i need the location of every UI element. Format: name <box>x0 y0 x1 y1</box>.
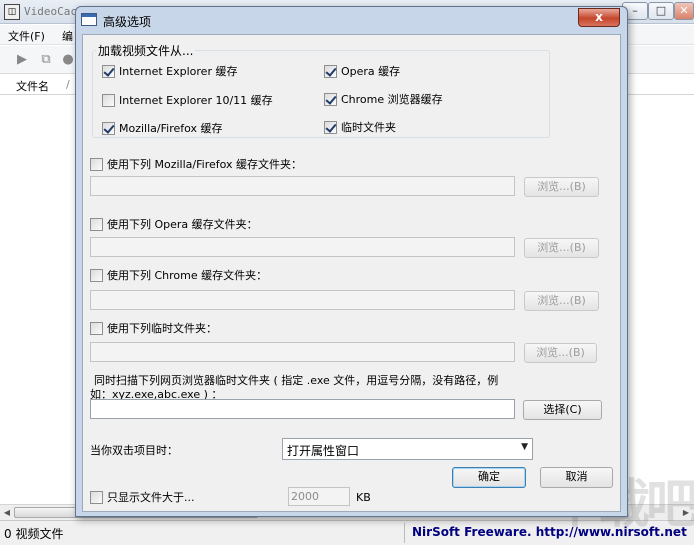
select-button[interactable]: 选择(C) <box>523 400 602 420</box>
source-checkbox-ie[interactable]: Internet Explorer 缓存 <box>102 63 237 79</box>
opera-folder-input[interactable] <box>90 237 515 257</box>
checkbox-label: 使用下列 Opera 缓存文件夹： <box>107 218 258 231</box>
use-opera-folder-checkbox[interactable]: 使用下列 Opera 缓存文件夹： <box>90 216 258 232</box>
checkbox-box[interactable] <box>102 64 115 78</box>
close-icon: x <box>595 10 603 24</box>
checkbox-box[interactable] <box>102 121 115 135</box>
main-window-title: VideoCac <box>24 5 77 18</box>
checkbox-label: 使用下列 Chrome 缓存文件夹： <box>107 269 268 282</box>
checkbox-box[interactable] <box>90 217 103 231</box>
checkbox-box[interactable] <box>324 120 337 134</box>
checkbox-label: 临时文件夹 <box>341 121 396 134</box>
checkbox-box[interactable] <box>90 490 103 504</box>
checkbox-label: 使用下列临时文件夹： <box>107 322 217 335</box>
opera-browse-button[interactable]: 浏览...(B) <box>524 238 599 258</box>
dialog-body: 加载视频文件从... Internet Explorer 缓存 Opera 缓存… <box>82 34 621 512</box>
dialog-close-button[interactable]: x <box>578 8 620 27</box>
use-temp-folder-checkbox[interactable]: 使用下列临时文件夹： <box>90 320 217 336</box>
firefox-browse-button[interactable]: 浏览...(B) <box>524 177 599 197</box>
doubleclick-selected: 打开属性窗口 <box>287 444 360 458</box>
record-icon[interactable]: ● <box>60 52 76 68</box>
sources-group-label: 加载视频文件从... <box>96 42 196 59</box>
checkbox-label: Opera 缓存 <box>341 65 401 78</box>
firefox-folder-input[interactable] <box>90 176 515 196</box>
size-threshold-input[interactable]: 2000 <box>288 487 350 506</box>
source-checkbox-opera[interactable]: Opera 缓存 <box>324 63 400 79</box>
chrome-browse-button[interactable]: 浏览...(B) <box>524 291 599 311</box>
size-filter-checkbox[interactable]: 只显示文件大于... <box>90 489 195 505</box>
column-filename[interactable]: 文件名 <box>16 78 49 94</box>
scroll-left-icon[interactable]: ◀ <box>1 506 13 520</box>
chevron-down-icon[interactable]: ▼ <box>521 442 528 452</box>
window-icon <box>81 13 97 26</box>
temp-folder-input[interactable] <box>90 342 515 362</box>
size-unit-label: KB <box>356 491 371 504</box>
play-icon[interactable]: ▶ <box>14 52 30 68</box>
checkbox-box[interactable] <box>90 268 103 282</box>
checkbox-box[interactable] <box>102 93 115 107</box>
dialog-title: 高级选项 <box>103 15 152 29</box>
use-firefox-folder-checkbox[interactable]: 使用下列 Mozilla/Firefox 缓存文件夹： <box>90 156 302 172</box>
advanced-options-dialog: 高级选项 x 加载视频文件从... Internet Explorer 缓存 O… <box>75 6 628 517</box>
column-separator: / <box>66 78 70 91</box>
checkbox-label: Internet Explorer 10/11 缓存 <box>119 94 273 107</box>
checkbox-box[interactable] <box>90 321 103 335</box>
use-chrome-folder-checkbox[interactable]: 使用下列 Chrome 缓存文件夹： <box>90 267 267 283</box>
doubleclick-label: 当你双击项目时： <box>90 444 178 457</box>
copy-icon[interactable]: ⧉ <box>38 52 54 68</box>
status-count: 0 视频文件 <box>4 527 64 541</box>
maximize-button[interactable]: □ <box>648 2 674 20</box>
checkbox-label: Mozilla/Firefox 缓存 <box>119 122 223 135</box>
checkbox-box[interactable] <box>324 92 337 106</box>
menu-edit[interactable]: 编 <box>62 28 73 44</box>
checkbox-label: 使用下列 Mozilla/Firefox 缓存文件夹： <box>107 158 303 171</box>
source-checkbox-temp[interactable]: 临时文件夹 <box>324 119 396 135</box>
main-close-button[interactable]: ✕ <box>674 2 694 20</box>
chrome-folder-input[interactable] <box>90 290 515 310</box>
source-checkbox-chrome[interactable]: Chrome 浏览器缓存 <box>324 91 443 107</box>
source-checkbox-ie1011[interactable]: Internet Explorer 10/11 缓存 <box>102 92 273 108</box>
checkbox-box[interactable] <box>90 157 103 171</box>
menu-file[interactable]: 文件(F) <box>8 28 45 44</box>
temp-browse-button[interactable]: 浏览...(B) <box>524 343 597 363</box>
checkbox-label: Chrome 浏览器缓存 <box>341 93 443 106</box>
checkbox-label: Internet Explorer 缓存 <box>119 65 238 78</box>
app-icon: ◫ <box>4 4 20 20</box>
dialog-titlebar[interactable]: 高级选项 x <box>76 7 627 33</box>
doubleclick-action-select[interactable]: 打开属性窗口 ▼ <box>282 438 533 460</box>
checkbox-label: 只显示文件大于... <box>107 491 195 504</box>
scan-exe-input[interactable] <box>90 399 515 419</box>
checkbox-box[interactable] <box>324 64 337 78</box>
cancel-button[interactable]: 取消 <box>540 467 613 488</box>
status-divider <box>404 523 405 543</box>
source-checkbox-firefox[interactable]: Mozilla/Firefox 缓存 <box>102 120 223 136</box>
ok-button[interactable]: 确定 <box>452 467 526 488</box>
